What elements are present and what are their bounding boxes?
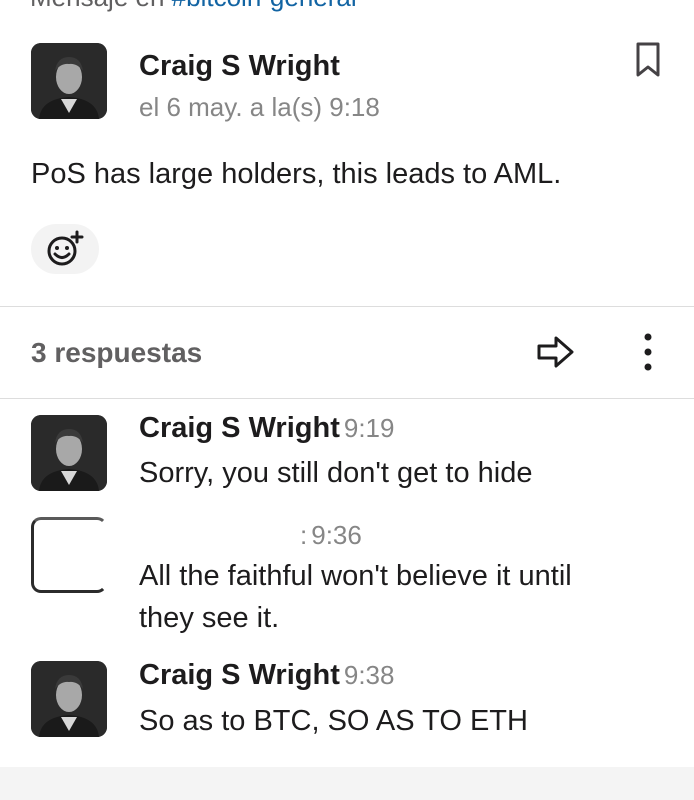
bookmark-icon[interactable]: [633, 40, 663, 80]
avatar[interactable]: [31, 661, 107, 737]
reply-author-line: Craig S Wright 9:19: [139, 412, 394, 445]
message-date[interactable]: el 6 may. a la(s) 9:18: [139, 92, 380, 123]
divider: [0, 306, 694, 307]
reply-author[interactable]: Craig S Wright: [139, 412, 340, 444]
reply-author-line: :9:36: [300, 520, 362, 551]
share-arrow-icon[interactable]: [536, 334, 576, 370]
avatar[interactable]: [31, 517, 107, 593]
context-prefix: Mensaje en: [30, 0, 164, 12]
message-author[interactable]: Craig S Wright: [139, 50, 340, 83]
reply-time[interactable]: 9:19: [344, 413, 395, 443]
add-reaction-icon: [47, 230, 84, 266]
message-text: PoS has large holders, this leads to AML…: [31, 158, 562, 190]
composer-area[interactable]: [0, 767, 694, 800]
message-context: Mensaje en #bitcoin-general: [30, 0, 357, 13]
reply-text-line-2: they see it.: [139, 602, 280, 634]
add-reaction-button[interactable]: [31, 224, 99, 274]
channel-link[interactable]: #bitcoin-general: [172, 0, 357, 12]
reply-text-line-1: All the faithful won't believe it until: [139, 560, 572, 592]
reply-author[interactable]: Craig S Wright: [139, 659, 340, 691]
reply-text: Sorry, you still don't get to hide: [139, 457, 533, 489]
more-vertical-icon[interactable]: [636, 330, 660, 374]
avatar[interactable]: [31, 43, 107, 119]
reply-text: So as to BTC, SO AS TO ETH: [139, 705, 528, 737]
divider: [0, 398, 694, 399]
reply-author-mark: :: [300, 520, 308, 550]
reply-time[interactable]: 9:38: [344, 660, 395, 690]
replies-count: 3 respuestas: [31, 337, 203, 368]
reply-time[interactable]: 9:36: [311, 520, 362, 550]
reply-author-line: Craig S Wright 9:38: [139, 659, 394, 692]
avatar[interactable]: [31, 415, 107, 491]
